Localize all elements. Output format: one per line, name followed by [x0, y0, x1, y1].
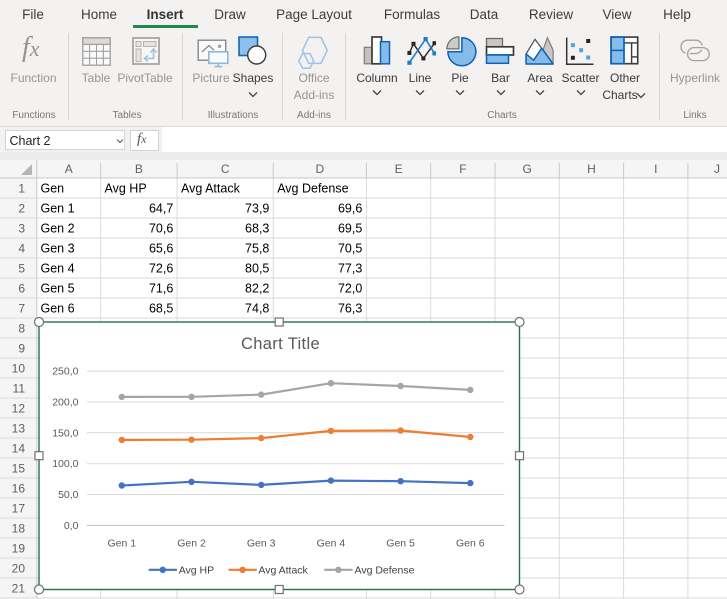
svg-text:3: 3: [18, 222, 25, 236]
svg-text:Gen: Gen: [41, 182, 65, 196]
svg-text:J: J: [714, 162, 720, 176]
svg-text:Avg Defense: Avg Defense: [277, 182, 348, 196]
svg-text:13: 13: [12, 422, 26, 436]
svg-text:Gen 4: Gen 4: [317, 538, 346, 550]
svg-text:69,6: 69,6: [338, 202, 362, 216]
svg-text:6: 6: [18, 282, 25, 296]
svg-text:I: I: [654, 162, 657, 176]
svg-text:77,3: 77,3: [338, 262, 362, 276]
svg-text:150,0: 150,0: [52, 427, 78, 439]
svg-text:C: C: [221, 162, 230, 176]
svg-text:65,6: 65,6: [149, 242, 173, 256]
svg-text:Gen 2: Gen 2: [41, 222, 75, 236]
svg-text:71,6: 71,6: [149, 282, 173, 296]
svg-text:A: A: [65, 162, 73, 176]
svg-text:18: 18: [12, 522, 26, 536]
svg-text:69,5: 69,5: [338, 222, 362, 236]
svg-text:15: 15: [12, 462, 26, 476]
svg-text:11: 11: [13, 382, 26, 396]
svg-text:H: H: [587, 162, 596, 176]
svg-text:12: 12: [12, 402, 26, 416]
svg-text:8: 8: [18, 322, 25, 336]
svg-text:1: 1: [18, 182, 25, 196]
svg-text:7: 7: [18, 302, 25, 316]
svg-text:73,9: 73,9: [245, 202, 269, 216]
svg-text:72,6: 72,6: [149, 262, 173, 276]
svg-text:Avg Attack: Avg Attack: [258, 564, 308, 576]
svg-text:Gen 5: Gen 5: [41, 282, 75, 296]
svg-text:Chart Title: Chart Title: [241, 335, 320, 353]
svg-text:Avg HP: Avg HP: [179, 564, 214, 576]
svg-text:82,2: 82,2: [245, 282, 269, 296]
svg-text:Gen 3: Gen 3: [41, 242, 75, 256]
svg-text:5: 5: [18, 262, 25, 276]
svg-text:Gen 3: Gen 3: [247, 538, 276, 550]
svg-text:68,3: 68,3: [245, 222, 269, 236]
svg-text:64,7: 64,7: [149, 202, 173, 216]
svg-text:Avg HP: Avg HP: [105, 182, 147, 196]
svg-text:Gen 2: Gen 2: [177, 538, 206, 550]
svg-text:Avg Defense: Avg Defense: [355, 564, 415, 576]
svg-text:21: 21: [12, 582, 26, 596]
svg-text:E: E: [395, 162, 403, 176]
svg-text:70,5: 70,5: [338, 242, 362, 256]
svg-text:250,0: 250,0: [52, 366, 78, 378]
svg-text:80,5: 80,5: [245, 262, 269, 276]
svg-text:D: D: [315, 162, 324, 176]
svg-text:Gen 5: Gen 5: [386, 538, 415, 550]
svg-text:9: 9: [18, 342, 25, 356]
svg-text:Gen 4: Gen 4: [41, 262, 75, 276]
svg-text:Avg Attack: Avg Attack: [181, 182, 241, 196]
svg-text:Gen 6: Gen 6: [456, 538, 485, 550]
svg-text:4: 4: [18, 242, 25, 256]
svg-text:Gen 1: Gen 1: [41, 202, 75, 216]
svg-text:20: 20: [12, 562, 26, 576]
svg-text:19: 19: [12, 542, 26, 556]
svg-text:F: F: [459, 162, 466, 176]
svg-text:14: 14: [12, 442, 26, 456]
svg-text:17: 17: [12, 502, 26, 516]
svg-text:72,0: 72,0: [338, 282, 362, 296]
svg-text:Gen 1: Gen 1: [107, 538, 136, 550]
svg-text:75,8: 75,8: [245, 242, 269, 256]
svg-text:B: B: [135, 162, 143, 176]
svg-text:2: 2: [18, 202, 25, 216]
svg-text:100,0: 100,0: [52, 458, 78, 470]
svg-text:70,6: 70,6: [149, 222, 173, 236]
svg-text:50,0: 50,0: [58, 489, 79, 501]
svg-text:16: 16: [12, 482, 26, 496]
svg-text:G: G: [523, 162, 532, 176]
svg-text:200,0: 200,0: [52, 397, 78, 409]
svg-text:10: 10: [12, 362, 26, 376]
svg-text:0,0: 0,0: [64, 520, 79, 532]
